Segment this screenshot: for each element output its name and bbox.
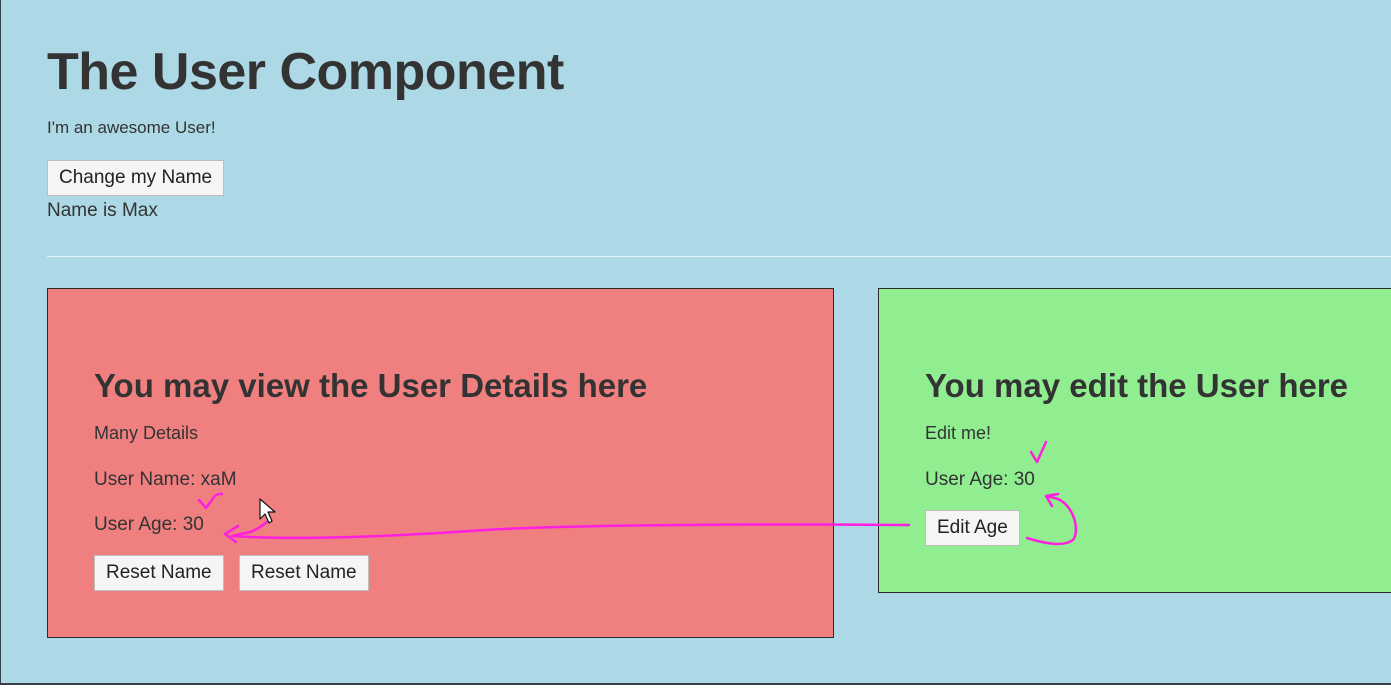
divider bbox=[47, 256, 1391, 257]
edit-age-button[interactable]: Edit Age bbox=[925, 510, 1020, 546]
change-name-button[interactable]: Change my Name bbox=[47, 160, 225, 196]
user-name-display: User Name: xaM bbox=[94, 469, 237, 490]
edit-user-age-display: User Age: 30 bbox=[925, 469, 1035, 490]
user-edit-title: You may edit the User here bbox=[925, 367, 1349, 404]
user-detail-subtitle: Many Details bbox=[94, 423, 199, 443]
reset-name-button-2[interactable]: Reset Name bbox=[239, 555, 369, 591]
user-edit-subtitle: Edit me! bbox=[925, 423, 992, 443]
user-edit-panel: You may edit the User here Edit me! User… bbox=[878, 288, 1391, 593]
name-display: Name is Max bbox=[47, 200, 158, 221]
user-detail-panel: You may view the User Details here Many … bbox=[47, 288, 834, 638]
user-age-display: User Age: 30 bbox=[94, 514, 204, 535]
user-detail-title: You may view the User Details here bbox=[94, 367, 648, 404]
intro-text: I'm an awesome User! bbox=[47, 118, 216, 137]
reset-name-button[interactable]: Reset Name bbox=[94, 555, 224, 591]
page-title: The User Component bbox=[47, 43, 564, 101]
app-window: The User Component I'm an awesome User! … bbox=[0, 0, 1391, 685]
